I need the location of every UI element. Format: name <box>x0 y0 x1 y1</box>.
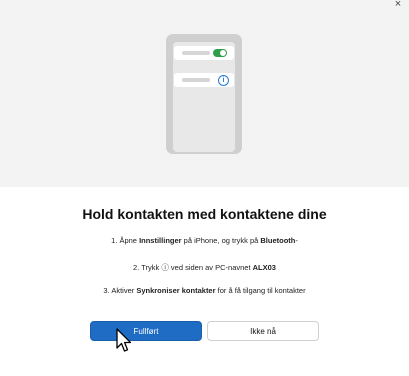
step-2: 2. Trykk ⓘ ved siden av PC-navnet ALX03 <box>0 262 409 273</box>
step-1-prefix: 1. Åpne <box>111 236 140 245</box>
dialog-title: Hold kontakten med kontaktene dine <box>82 206 327 222</box>
step-1: 1. Åpne Innstillinger på iPhone, og tryk… <box>0 236 409 245</box>
step-1-bold-bluetooth: Bluetooth <box>260 236 296 245</box>
mouse-pointer-icon <box>116 328 132 352</box>
not-now-button[interactable]: Ikke nå <box>207 321 319 341</box>
step-3-prefix: 3. Aktiver <box>103 286 137 295</box>
step-2-prefix: 2. Trykk ⓘ ved siden av PC-navnet <box>133 263 253 272</box>
step-1-bold-settings: Innstillinger <box>139 236 182 245</box>
step-3-bold-sync: Synkroniser kontakter <box>136 286 216 295</box>
step-2-bold-pc-name: ALX03 <box>252 263 276 272</box>
step-3: 3. Aktiver Synkroniser kontakter for å f… <box>0 286 409 295</box>
settings-row-info: i <box>174 73 234 87</box>
toggle-on-icon <box>213 49 227 57</box>
info-icon: i <box>218 75 229 86</box>
step-3-middle: for å få tilgang til kontakter <box>215 286 306 295</box>
placeholder-bar <box>182 51 210 55</box>
close-icon[interactable]: × <box>391 0 405 11</box>
settings-row-toggle <box>174 46 234 60</box>
illustration-area: × i <box>0 0 409 187</box>
placeholder-bar <box>182 78 210 82</box>
step-1-middle: på iPhone, og trykk på <box>181 236 261 245</box>
step-1-suffix: - <box>295 236 298 245</box>
done-button[interactable]: Fullført <box>90 321 202 341</box>
